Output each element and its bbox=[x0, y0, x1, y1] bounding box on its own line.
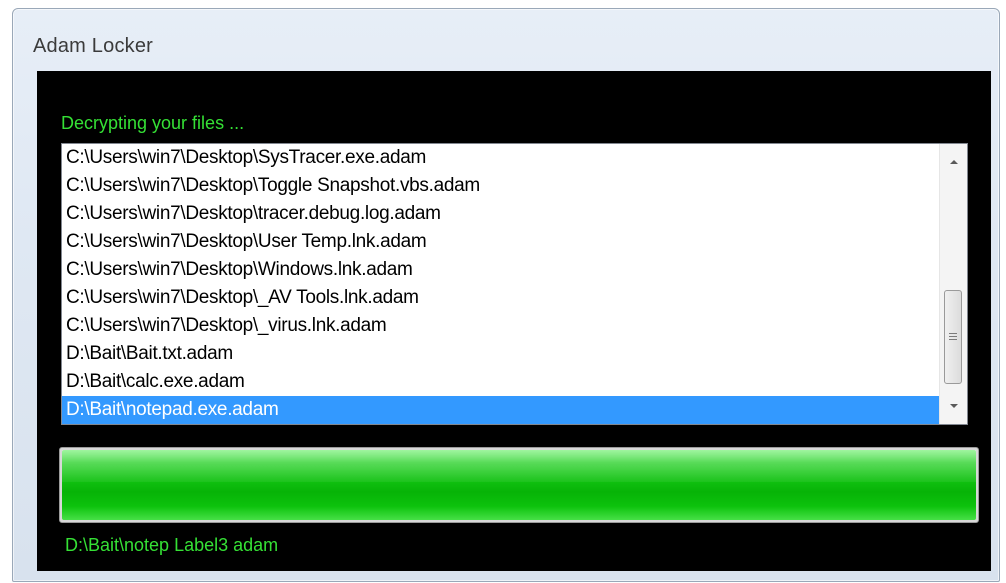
scroll-up-arrow-icon bbox=[949, 160, 958, 164]
status-heading: Decrypting your files ... bbox=[61, 113, 245, 133]
vertical-scrollbar[interactable] bbox=[939, 144, 967, 424]
file-list-item[interactable]: C:\Users\win7\Desktop\tracer.debug.log.a… bbox=[62, 200, 940, 228]
scroll-up-button[interactable] bbox=[940, 150, 967, 174]
scroll-thumb[interactable] bbox=[944, 290, 962, 384]
file-list-item[interactable]: D:\Bait\Bait.txt.adam bbox=[62, 340, 940, 368]
scroll-down-button[interactable] bbox=[940, 394, 967, 418]
file-list-item[interactable]: C:\Users\win7\Desktop\SysTracer.exe.adam bbox=[62, 144, 940, 172]
current-file-label: D:\Bait\notep Label3 adam bbox=[65, 535, 279, 555]
title-bar[interactable]: Adam Locker bbox=[13, 9, 999, 71]
file-list-item[interactable]: D:\Bait\notepad.exe.adam bbox=[62, 396, 940, 424]
file-list-item[interactable]: C:\Users\win7\Desktop\_virus.lnk.adam bbox=[62, 312, 940, 340]
window-title: Adam Locker bbox=[33, 35, 154, 57]
decryption-progress-bar bbox=[59, 447, 979, 523]
file-list-item[interactable]: C:\Users\win7\Desktop\_AV Tools.lnk.adam bbox=[62, 284, 940, 312]
file-list-item[interactable]: C:\Users\win7\Desktop\Toggle Snapshot.vb… bbox=[62, 172, 940, 200]
progress-fill bbox=[62, 450, 976, 520]
scroll-down-arrow-icon bbox=[949, 404, 958, 408]
file-list-item[interactable]: C:\Users\win7\Desktop\Windows.lnk.adam bbox=[62, 256, 940, 284]
grip-lines-icon bbox=[949, 333, 957, 340]
file-list-item[interactable]: C:\Users\win7\Desktop\User Temp.lnk.adam bbox=[62, 228, 940, 256]
app-window: Adam Locker Decrypting your files ... C:… bbox=[12, 8, 1000, 582]
file-listbox[interactable]: C:\Users\win7\Desktop\SysTracer.exe.adam… bbox=[61, 143, 968, 425]
file-list[interactable]: C:\Users\win7\Desktop\SysTracer.exe.adam… bbox=[62, 144, 940, 424]
file-list-item[interactable]: D:\Bait\calc.exe.adam bbox=[62, 368, 940, 396]
main-panel: Decrypting your files ... C:\Users\win7\… bbox=[37, 71, 991, 571]
